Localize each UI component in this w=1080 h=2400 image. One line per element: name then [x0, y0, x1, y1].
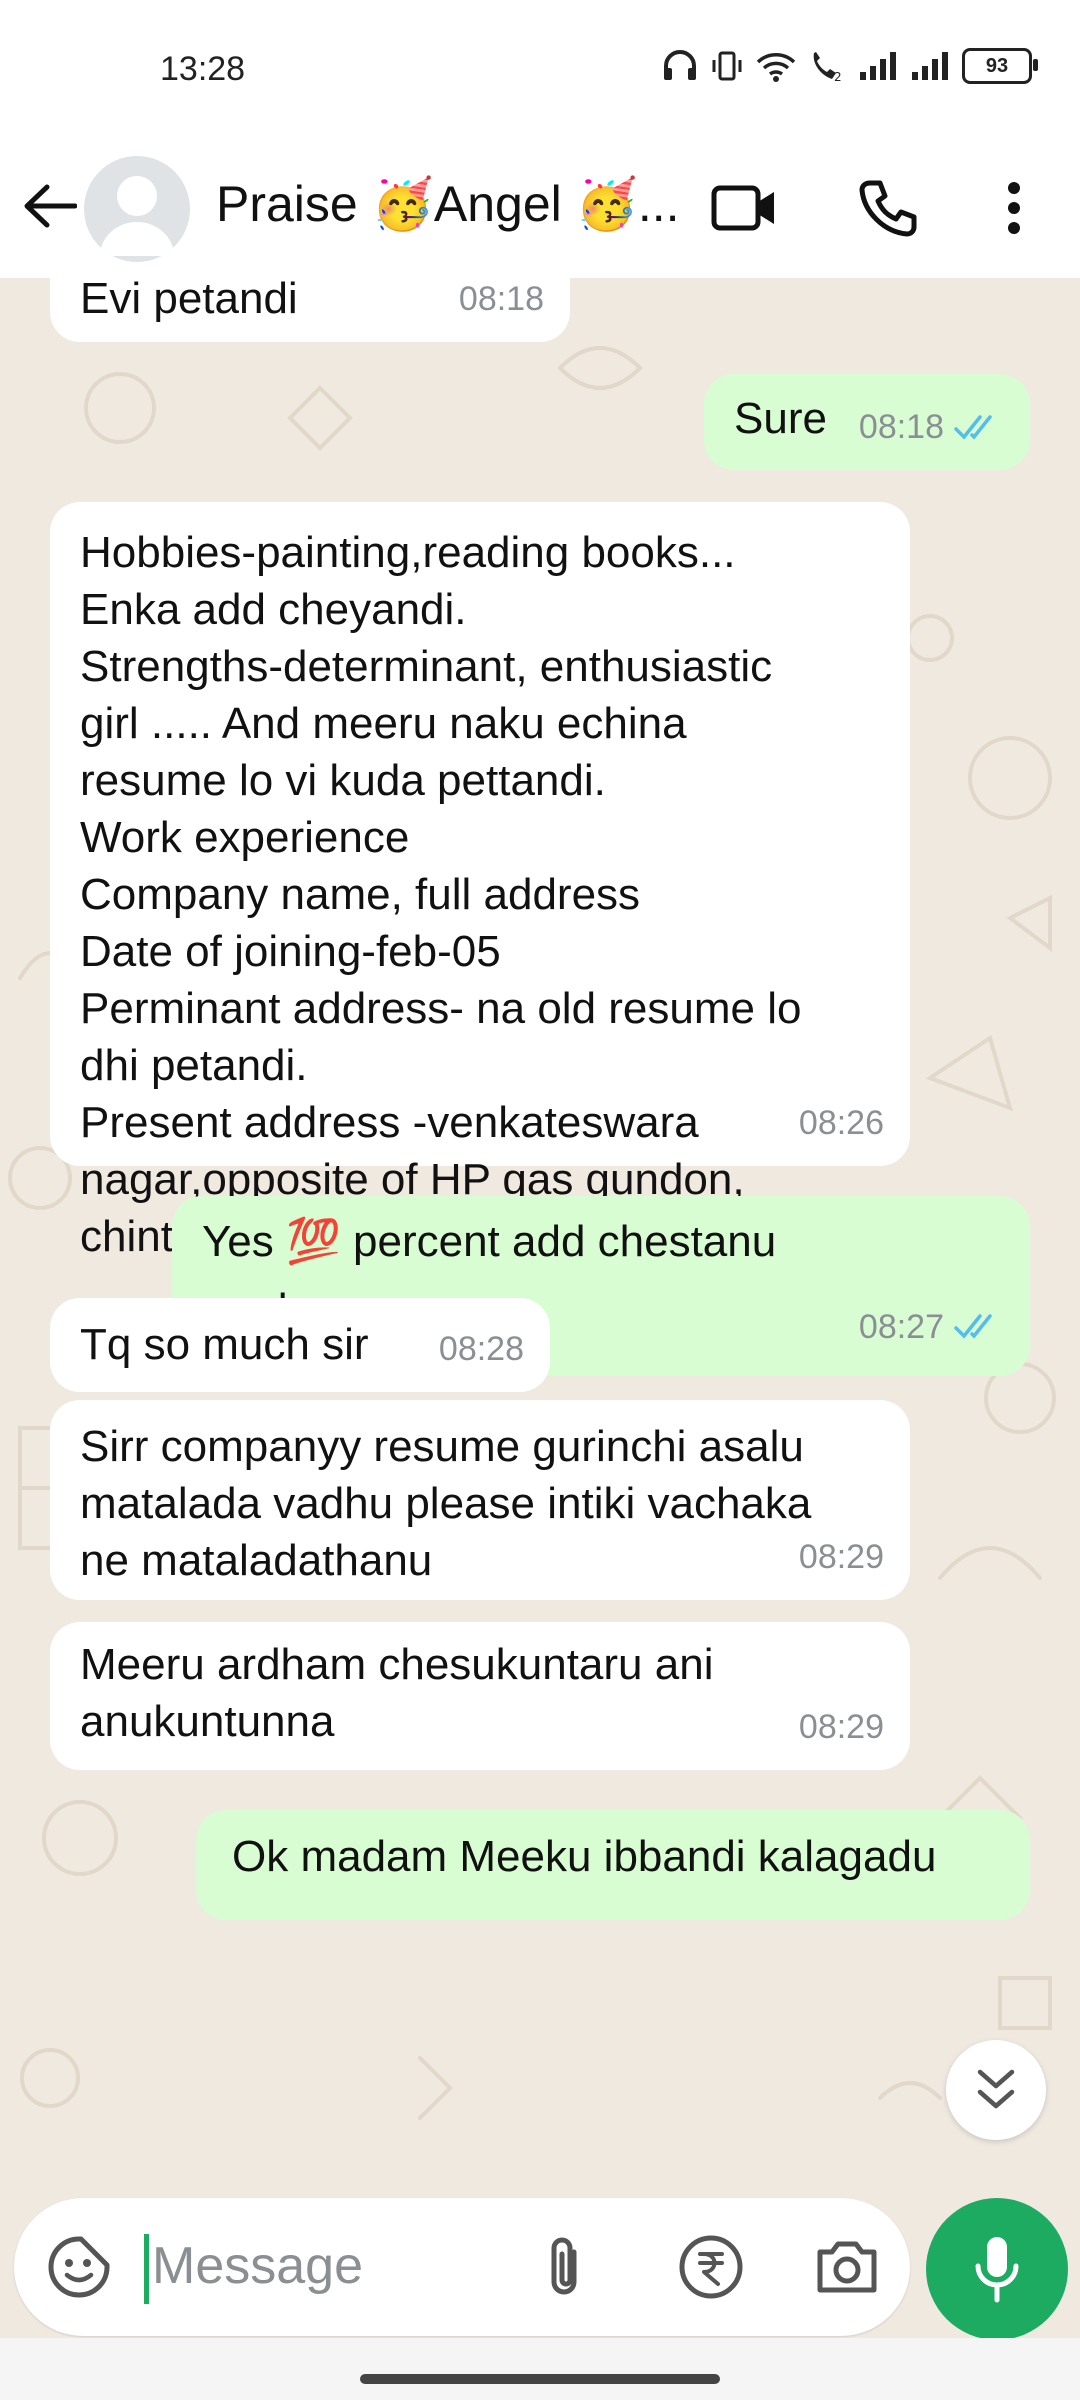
message-time: 08:18 [858, 408, 944, 446]
battery-level: 93 [985, 54, 1009, 77]
battery-indicator: 93 [962, 48, 1038, 84]
video-call-icon [711, 185, 774, 231]
read-receipt-icon [954, 1314, 992, 1339]
headphones-icon [664, 50, 696, 80]
message-time: 08:27 [858, 1308, 944, 1346]
message-bubble-incoming[interactable]: Meeru ardham chesukuntaru ani anukuntunn… [50, 1622, 910, 1770]
message-meta: 08:28 [439, 1321, 524, 1378]
more-options-button[interactable] [974, 168, 1054, 248]
system-nav-bar [0, 2338, 1080, 2400]
voice-message-button[interactable] [926, 2198, 1068, 2340]
message-time: 08:29 [798, 1708, 884, 1746]
video-call-button[interactable] [704, 168, 784, 248]
signal-icon-1 [860, 52, 896, 80]
message-bubble-incoming[interactable]: Tq so much sir 08:28 [50, 1298, 550, 1392]
avatar[interactable] [84, 156, 190, 262]
contact-name[interactable]: Praise 🥳Angel 🥳... [216, 164, 686, 244]
message-text: Hobbies-painting,reading books... Enka a… [80, 528, 802, 1261]
message-meta: 08:29 [799, 1699, 884, 1756]
status-time: 13:28 [160, 50, 246, 88]
text-cursor [144, 2234, 149, 2304]
sticker-emoji-button[interactable] [44, 2232, 114, 2302]
payment-button[interactable] [674, 2230, 748, 2304]
more-options-icon [1008, 182, 1020, 234]
voice-call-icon [859, 180, 917, 237]
scroll-to-bottom-button[interactable] [946, 2040, 1046, 2140]
paperclip-icon [551, 2237, 577, 2295]
message-input[interactable]: Message [152, 2226, 363, 2306]
message-meta: 08:27 [859, 1292, 1004, 1362]
back-arrow-icon [24, 184, 77, 228]
message-bubble-incoming[interactable]: Sirr companyy resume gurinchi asalu mata… [50, 1400, 910, 1600]
double-chevron-down-icon [977, 2069, 1015, 2109]
wifi-call-icon: 2 [813, 52, 842, 83]
home-gesture-handle[interactable] [360, 2374, 720, 2384]
camera-button[interactable] [810, 2230, 884, 2304]
message-time: 08:29 [798, 1538, 884, 1576]
back-button[interactable] [20, 170, 80, 242]
message-text: Meeru ardham chesukuntaru ani anukuntunn… [80, 1640, 714, 1746]
chat-area[interactable]: Evi petandi 08:18 Sure 08:18 Hobbies-pai… [0, 278, 1080, 2198]
composer-bar: Message [0, 2198, 1080, 2338]
message-text: Ok madam Meeku ibbandi kalagadu [232, 1832, 937, 1881]
vibrate-icon [712, 51, 742, 81]
attach-button[interactable] [529, 2230, 603, 2304]
message-time: 08:28 [438, 1330, 524, 1368]
default-avatar-icon [100, 176, 174, 256]
voice-call-button[interactable] [848, 168, 928, 248]
message-input-pill[interactable]: Message [14, 2198, 910, 2336]
status-bar: 13:28 2 93 [0, 0, 1080, 140]
message-meta: 08:18 [459, 278, 544, 328]
message-meta: 08:26 [799, 1095, 884, 1152]
status-icons: 2 93 [662, 48, 1038, 84]
message-bubble-outgoing[interactable]: Sure 08:18 [704, 374, 1030, 470]
message-bubble-incoming[interactable]: Hobbies-painting,reading books... Enka a… [50, 502, 910, 1261]
message-meta: 08:29 [799, 1529, 884, 1586]
message-meta: 08:18 [859, 399, 1004, 456]
message-time: 08:26 [798, 1104, 884, 1142]
microphone-icon [975, 2237, 1019, 2303]
message-text: Sirr companyy resume gurinchi asalu mata… [80, 1422, 812, 1585]
message-bubble-incoming[interactable]: Evi petandi 08:18 [50, 278, 570, 342]
signal-icon-2 [912, 52, 948, 80]
message-bubble-outgoing[interactable]: Ok madam Meeku ibbandi kalagadu [196, 1810, 1030, 1920]
svg-text:2: 2 [834, 70, 842, 83]
rupee-icon [679, 2235, 743, 2299]
wifi-icon [756, 53, 796, 82]
read-receipt-icon [954, 414, 992, 440]
sticker-icon [48, 2236, 110, 2298]
chat-header: Praise 🥳Angel 🥳... [0, 140, 1080, 278]
message-time: 08:18 [458, 280, 544, 318]
camera-icon [817, 2241, 877, 2293]
